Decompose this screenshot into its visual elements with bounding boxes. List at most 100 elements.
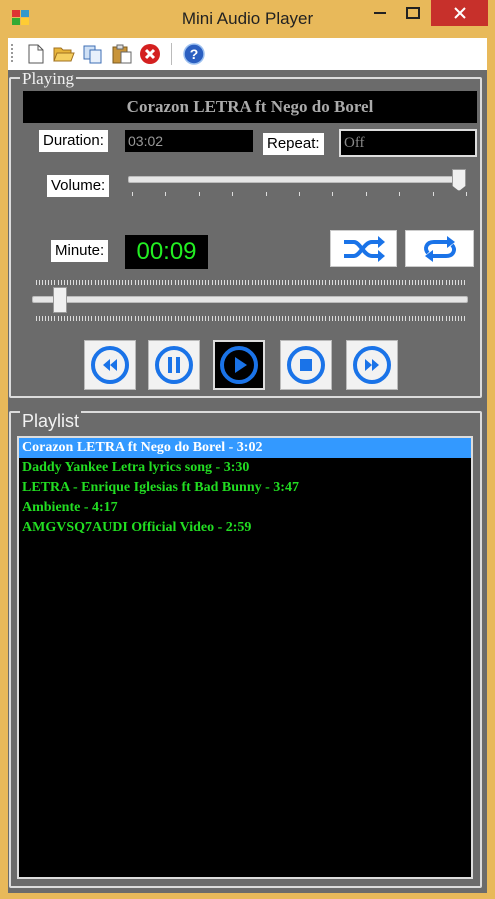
toolbar: ?	[8, 38, 487, 70]
tick-mark	[454, 280, 456, 285]
new-button[interactable]	[25, 43, 47, 65]
tick-mark	[177, 280, 179, 285]
tick-mark	[159, 316, 161, 321]
tick-mark	[445, 316, 447, 321]
stop-button[interactable]	[280, 340, 332, 390]
volume-ticks	[126, 192, 472, 198]
tick-mark	[156, 280, 158, 285]
playlist-item[interactable]: Corazon LETRA ft Nego do Borel - 3:02	[19, 438, 471, 458]
tick-mark	[242, 280, 244, 285]
track-title-display: Corazon LETRA ft Nego do Borel	[23, 91, 477, 123]
tick-mark	[306, 316, 308, 321]
tick-mark	[433, 280, 435, 285]
tick-mark	[132, 192, 133, 196]
tick-mark	[183, 316, 185, 321]
open-button[interactable]	[53, 43, 75, 65]
tick-mark	[405, 316, 407, 321]
seek-track	[32, 296, 468, 303]
tick-mark	[63, 280, 65, 285]
tick-mark	[383, 316, 385, 321]
fast-forward-button[interactable]	[346, 340, 398, 390]
tick-mark	[420, 316, 422, 321]
seek-slider[interactable]	[30, 276, 470, 326]
help-button[interactable]: ?	[183, 43, 205, 65]
playlist-item[interactable]: Ambiente - 4:17	[19, 498, 471, 518]
delete-button[interactable]	[139, 43, 161, 65]
tick-mark	[233, 280, 235, 285]
shuffle-button[interactable]	[330, 230, 397, 267]
tick-mark	[371, 280, 373, 285]
tick-mark	[85, 280, 87, 285]
repeat-button[interactable]	[405, 230, 474, 267]
repeat-field[interactable]: Off	[339, 129, 477, 157]
tick-mark	[346, 316, 348, 321]
tick-mark	[94, 316, 96, 321]
tick-mark	[399, 280, 401, 285]
playlist-item[interactable]: AMGVSQ7AUDI Official Video - 2:59	[19, 518, 471, 538]
rewind-button[interactable]	[84, 340, 136, 390]
tick-mark	[405, 280, 407, 285]
playlist-item[interactable]: Daddy Yankee Letra lyrics song - 3:30	[19, 458, 471, 478]
pause-button[interactable]	[148, 340, 200, 390]
tick-mark	[242, 316, 244, 321]
tick-mark	[116, 316, 118, 321]
tick-mark	[199, 280, 201, 285]
volume-label: Volume:	[47, 175, 110, 197]
tick-mark	[217, 280, 219, 285]
tick-mark	[91, 280, 93, 285]
tick-mark	[85, 316, 87, 321]
tick-mark	[313, 280, 315, 285]
tick-mark	[72, 280, 74, 285]
tick-mark	[42, 316, 44, 321]
tick-mark	[328, 316, 330, 321]
play-button[interactable]	[213, 340, 265, 390]
volume-thumb[interactable]	[452, 169, 466, 191]
seek-thumb[interactable]	[53, 287, 68, 313]
pause-icon	[155, 346, 193, 384]
tick-mark	[248, 280, 250, 285]
tick-mark	[374, 316, 376, 321]
tick-mark	[464, 280, 465, 285]
tick-mark	[171, 280, 173, 285]
playlist-legend: Playlist	[20, 411, 82, 431]
tick-mark	[205, 316, 207, 321]
playlist-item[interactable]: LETRA - Enrique Iglesias ft Bad Bunny - …	[19, 478, 471, 498]
tick-mark	[125, 316, 127, 321]
help-icon: ?	[183, 43, 205, 65]
maximize-button[interactable]	[395, 0, 431, 26]
paste-button[interactable]	[111, 43, 133, 65]
tick-mark	[48, 316, 50, 321]
tick-mark	[254, 316, 256, 321]
tick-mark	[149, 280, 151, 285]
close-button[interactable]	[431, 0, 488, 26]
tick-mark	[198, 192, 200, 196]
repeat-icon	[423, 235, 456, 262]
tick-mark	[430, 316, 432, 321]
tick-mark	[356, 280, 358, 285]
tick-mark	[119, 280, 121, 285]
tick-mark	[153, 316, 154, 321]
tick-mark	[442, 316, 444, 321]
tick-mark	[291, 280, 293, 285]
tick-mark	[57, 280, 59, 285]
tick-mark	[109, 280, 111, 285]
volume-slider[interactable]	[126, 166, 472, 200]
tick-mark	[165, 316, 167, 321]
tick-mark	[39, 316, 41, 321]
playlist-listbox[interactable]: Corazon LETRA ft Nego do Borel - 3:02 Dad…	[17, 436, 473, 879]
tick-mark	[72, 316, 74, 321]
duration-field: 03:02	[125, 130, 253, 152]
shuffle-icon	[343, 235, 385, 262]
copy-button[interactable]	[82, 43, 104, 65]
tick-mark	[177, 316, 179, 321]
tick-mark	[334, 316, 336, 321]
tick-mark	[140, 280, 142, 285]
tick-mark	[414, 280, 416, 285]
tick-mark	[202, 280, 204, 285]
tick-mark	[122, 316, 124, 321]
tick-mark	[365, 316, 367, 321]
tick-mark	[387, 280, 389, 285]
tick-mark	[423, 316, 425, 321]
tick-mark	[128, 316, 130, 321]
tick-mark	[91, 316, 93, 321]
